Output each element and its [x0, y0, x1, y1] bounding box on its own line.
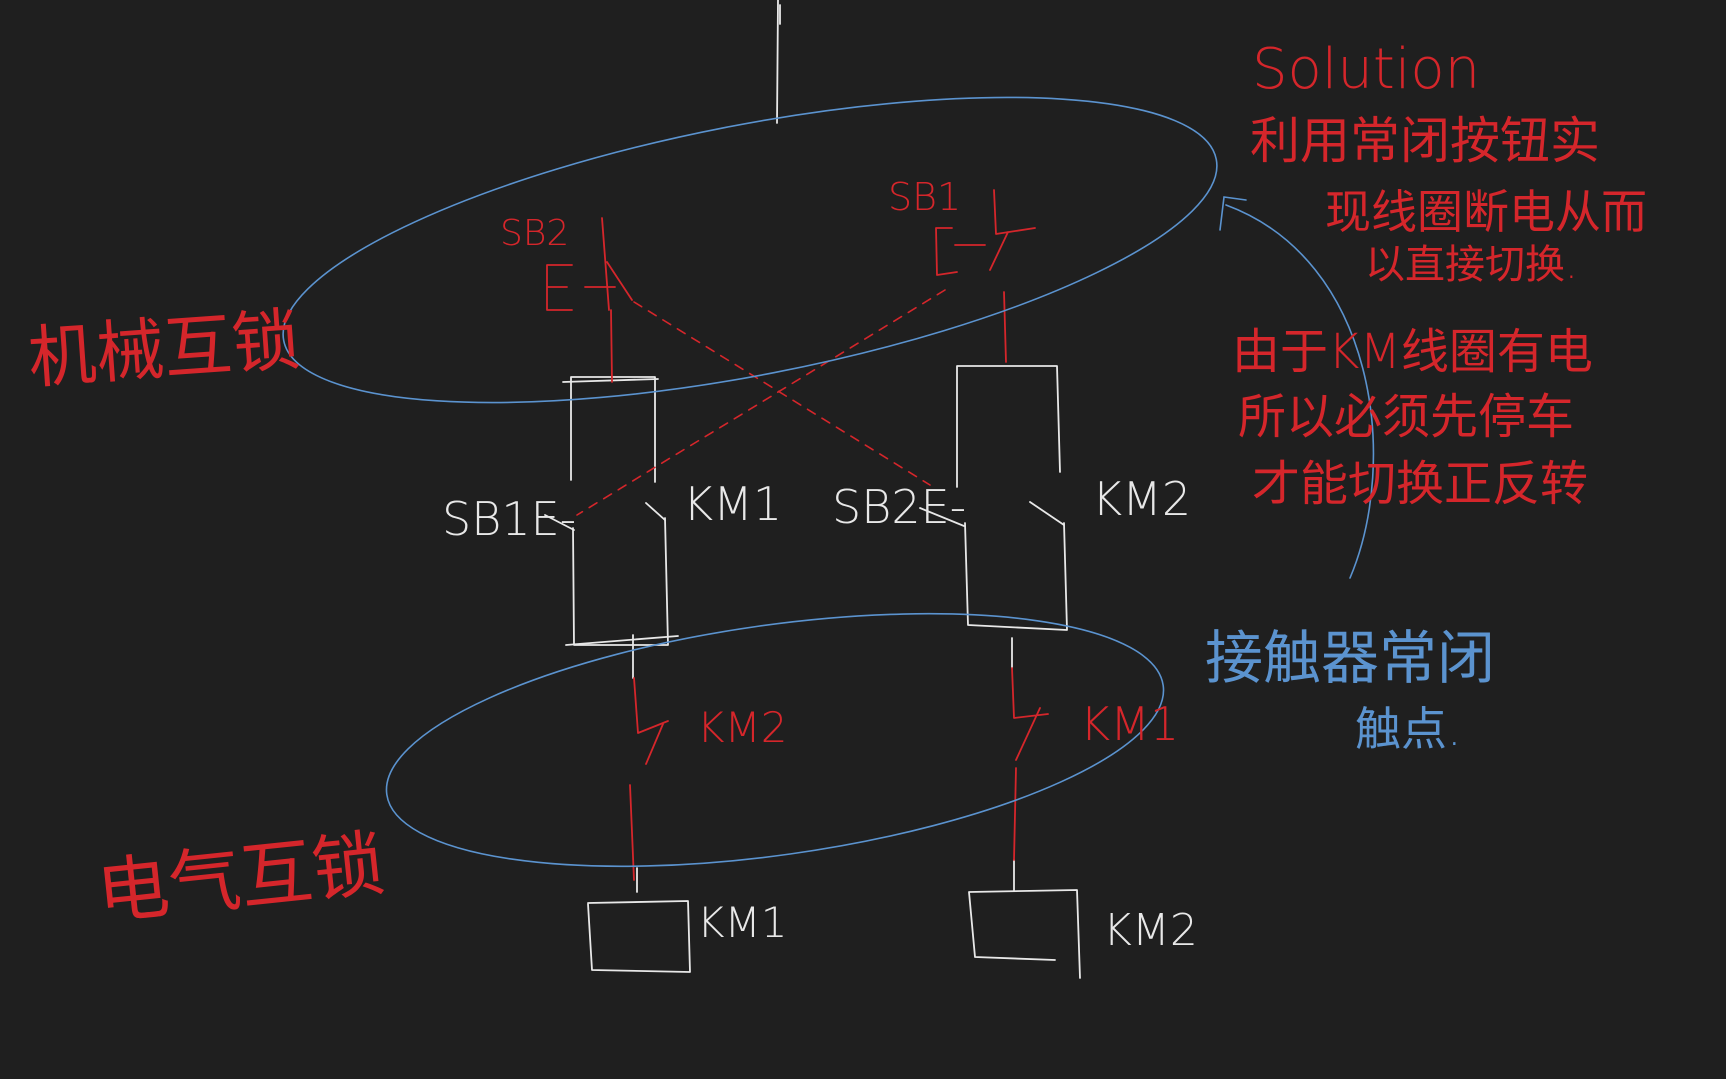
right-lower-box [964, 522, 1068, 631]
km2-interlock-label: KM2 [697, 703, 788, 752]
whiteboard-canvas: SB2 SB1 SB1E- KM1 SB2E- KM2 KM2 KM1 KM1 … [26, 0, 1647, 979]
km2-holding-contact [1029, 501, 1065, 526]
sb1-bottom-label: SB1E- [442, 492, 576, 546]
sb1-top-label: SB1 [888, 175, 961, 219]
right-upper-box [956, 365, 1061, 488]
sb2-to-sb1-mechanical-link [633, 301, 931, 486]
km2-contact-label: KM2 [1092, 472, 1191, 526]
blue-annotations [282, 96, 1375, 868]
mechanical-interlock-ellipse [282, 96, 1218, 404]
km2-coil-box [968, 889, 1081, 979]
km1-coil-box [587, 900, 691, 973]
red-annotations [546, 189, 1049, 881]
solution-line-1: 利用常闭按钮实 [1250, 112, 1600, 170]
contact-note-line-1: 接触器常闭 [1205, 624, 1495, 692]
km1-coil-label: KM1 [697, 898, 788, 947]
reason-line-3: 才能切换正反转 [1252, 456, 1588, 512]
reason-line-2: 所以必须先停车 [1238, 389, 1574, 445]
reason-line-1: 由于KM线圈有电 [1232, 324, 1593, 380]
left-upper-box-top [562, 378, 659, 383]
sb2-bottom-label: SB2E- [832, 480, 966, 534]
km2-coil-label: KM2 [1103, 905, 1198, 956]
km1-nc-interlock-contact [1011, 667, 1049, 861]
sb2-top-label: SB2 [500, 213, 569, 254]
km1-interlock-label: KM1 [1080, 697, 1179, 751]
solution-title: Solution [1252, 37, 1480, 102]
left-lower-box [572, 517, 669, 646]
supply-wire [776, 0, 779, 124]
electrical-interlock-label: 电气互锁 [93, 821, 388, 935]
curved-arrow-head [1219, 196, 1247, 231]
km1-contact-label: KM1 [683, 477, 782, 531]
circuit-wiring [544, 0, 1081, 979]
km2-nc-interlock-contact [629, 677, 669, 881]
solution-line-2: 现线圈断电从而 [1325, 185, 1647, 239]
km1-holding-contact [645, 502, 666, 521]
mechanical-interlock-label: 机械互锁 [26, 301, 303, 399]
contact-note-line-2: 触点. [1355, 702, 1462, 756]
solution-line-3: 以直接切换. [1365, 242, 1578, 288]
